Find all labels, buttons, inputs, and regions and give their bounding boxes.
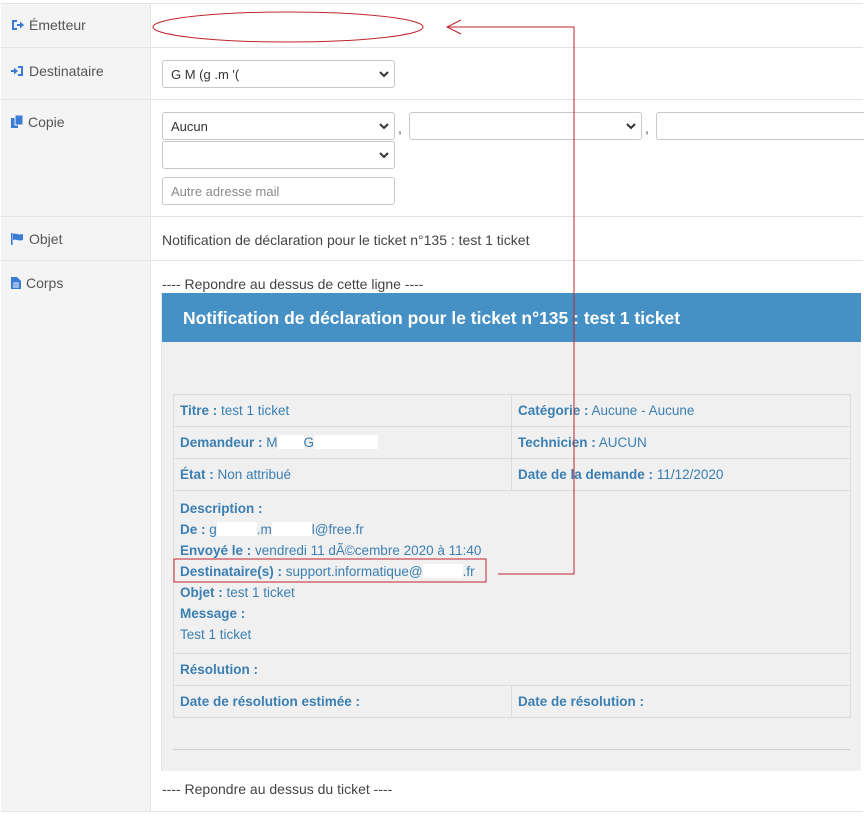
- destinataire-select[interactable]: G M (g .m '(: [162, 60, 395, 88]
- sign-in-icon: [11, 66, 23, 76]
- date-demande-cell: Date de la demande : 11/12/2020: [511, 458, 851, 491]
- titre-cell: Titre : test 1 ticket: [173, 394, 512, 427]
- objet-row: Objet Notification de déclaration pour l…: [1, 216, 863, 261]
- date-resolution-cell: Date de résolution :: [511, 685, 851, 718]
- copy-icon: [11, 114, 24, 128]
- email-header: Notification de déclaration pour le tick…: [162, 293, 861, 342]
- copie-select-3[interactable]: [656, 112, 864, 140]
- other-mail-input[interactable]: [162, 177, 395, 205]
- corps-label: Corps: [26, 275, 64, 291]
- resolution-cell: Résolution :: [173, 653, 851, 686]
- table-row: Demandeur : MG Technicien : AUCUN: [173, 426, 851, 459]
- file-icon: [11, 277, 21, 289]
- objet-label-cell: Objet: [1, 217, 151, 261]
- emetteur-label-cell: Émetteur: [1, 4, 151, 48]
- categorie-cell: Catégorie : Aucune - Aucune: [511, 394, 851, 427]
- reply-above-ticket: ---- Repondre au dessus du ticket ----: [162, 781, 393, 797]
- table-row: État : Non attribué Date de la demande :…: [173, 458, 851, 491]
- description-cell: Description : De : g .m l@free.fr Envoyé l…: [173, 490, 851, 654]
- copie-select-1[interactable]: Aucun: [162, 112, 395, 140]
- demandeur-cell: Demandeur : MG: [173, 426, 512, 459]
- copie-separator: ,: [645, 120, 649, 136]
- copie-separator: ,: [398, 120, 402, 136]
- corps-label-cell: Corps: [1, 261, 151, 811]
- table-row: Description : De : g .m l@free.fr Envoyé l…: [173, 490, 851, 654]
- destinataire-row: Destinataire G M (g .m '(: [1, 47, 863, 100]
- emetteur-label: Émetteur: [29, 17, 86, 33]
- redaction-block: [422, 564, 463, 578]
- redaction-block: [216, 522, 257, 536]
- redaction-block: [277, 435, 304, 449]
- email-body: Notification de déclaration pour le tick…: [161, 293, 861, 771]
- copie-label-cell: Copie: [1, 100, 151, 217]
- email-divider: [173, 749, 850, 750]
- email-header-title: Notification de déclaration pour le tick…: [183, 308, 681, 328]
- sign-out-icon: [12, 20, 24, 30]
- destinataire-label: Destinataire: [29, 63, 104, 79]
- emetteur-row: Émetteur: [1, 3, 863, 48]
- destinataire-label-cell: Destinataire: [1, 48, 151, 100]
- table-row: Date de résolution estimée : Date de rés…: [173, 685, 851, 718]
- table-row: Résolution :: [173, 653, 851, 686]
- etat-cell: État : Non attribué: [173, 458, 512, 491]
- redaction-block: [271, 522, 312, 536]
- table-row: Titre : test 1 ticket Catégorie : Aucune…: [173, 394, 851, 427]
- copie-select-4[interactable]: [162, 141, 395, 169]
- reply-above-line: ---- Repondre au dessus de cette ligne -…: [162, 276, 424, 292]
- ticket-table: Titre : test 1 ticket Catégorie : Aucune…: [173, 394, 851, 718]
- copie-row: Copie Aucun , ,: [1, 99, 864, 217]
- redaction-block: [314, 435, 379, 449]
- date-resolution-estimee-cell: Date de résolution estimée :: [173, 685, 512, 718]
- objet-label: Objet: [29, 231, 63, 247]
- technicien-cell: Technicien : AUCUN: [511, 426, 851, 459]
- copie-select-2[interactable]: [409, 112, 642, 140]
- flag-icon: [11, 233, 23, 245]
- emetteur-value: [151, 4, 863, 48]
- copie-label: Copie: [28, 114, 65, 130]
- objet-value: Notification de déclaration pour le tick…: [162, 232, 530, 248]
